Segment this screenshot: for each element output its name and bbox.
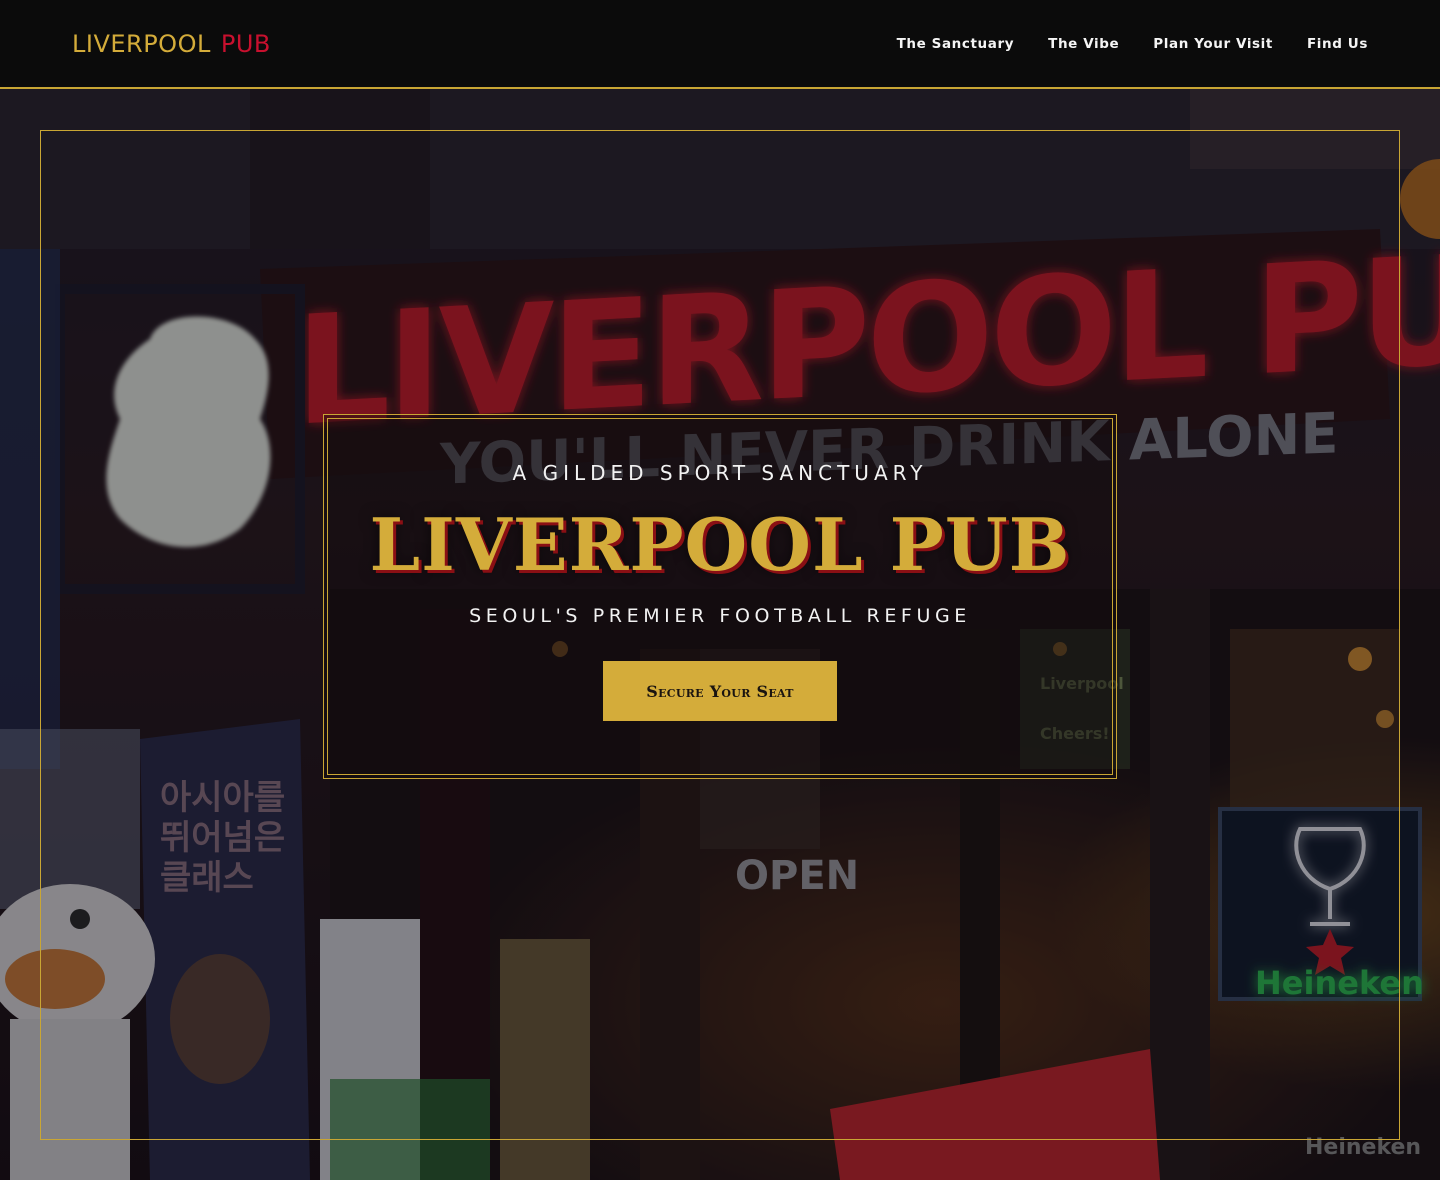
nav-link-find-us[interactable]: Find Us <box>1307 36 1368 52</box>
nav-link-sanctuary[interactable]: The Sanctuary <box>897 36 1015 52</box>
hero-section: LIVERPOOL PUB YOU'LL NEVER DRINK ALONE O… <box>0 89 1440 1180</box>
nav-link-vibe[interactable]: The Vibe <box>1048 36 1119 52</box>
nav-links: The Sanctuary The Vibe Plan Your Visit F… <box>897 36 1368 52</box>
hero-subtitle: SEOUL'S PREMIER FOOTBALL REFUGE <box>469 605 971 627</box>
nav-link-plan-visit[interactable]: Plan Your Visit <box>1153 36 1273 52</box>
brand-logo-part1: LIVERPOOL <box>72 29 211 58</box>
brand-logo-part2: PUB <box>220 29 271 58</box>
hero-title: LIVERPOOL PUB <box>369 502 1071 587</box>
hero-tagline: A GILDED SPORT SANCTUARY <box>512 461 928 485</box>
brand-logo[interactable]: LIVERPOOL PUB <box>72 30 271 58</box>
secure-seat-button[interactable]: Secure Your Seat <box>603 661 837 721</box>
hero-card: A GILDED SPORT SANCTUARY LIVERPOOL PUB S… <box>323 414 1117 779</box>
top-navigation: LIVERPOOL PUB The Sanctuary The Vibe Pla… <box>0 0 1440 89</box>
